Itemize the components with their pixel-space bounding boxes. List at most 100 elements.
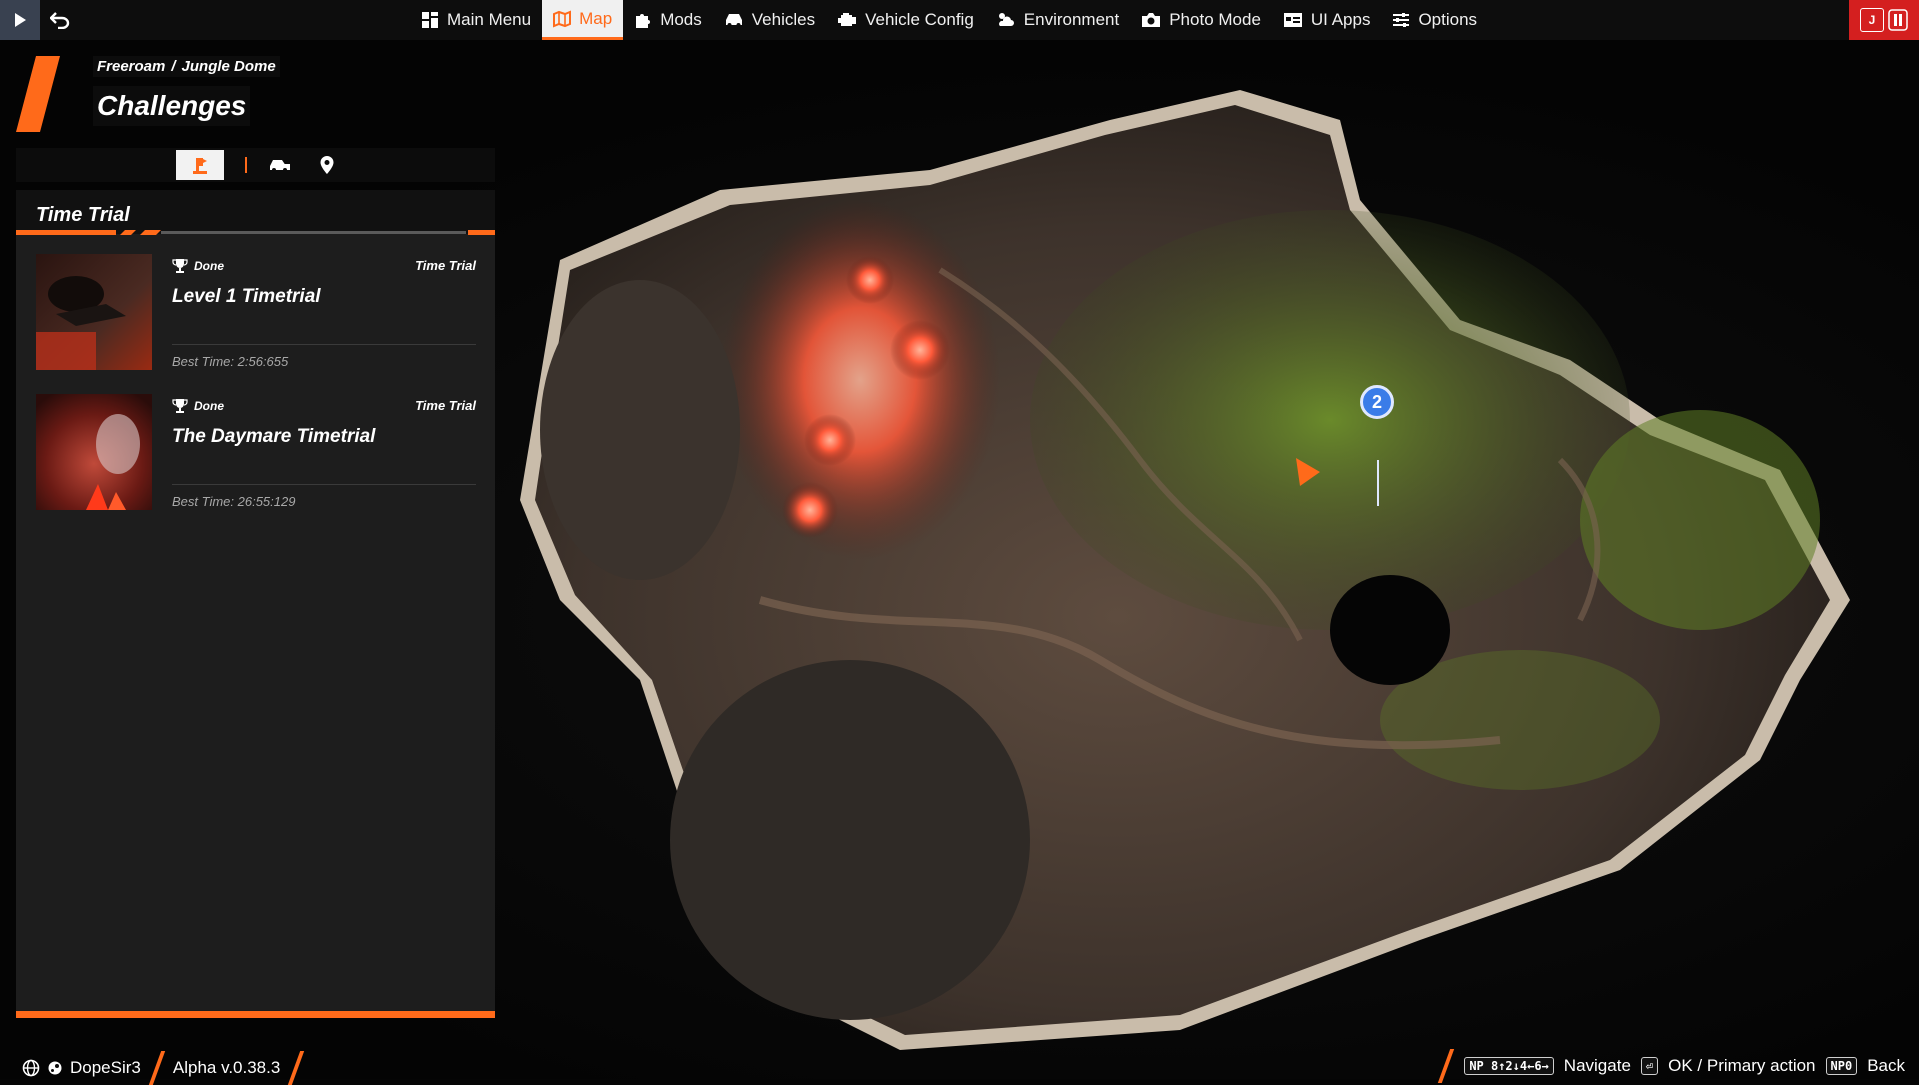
pause-icon (1888, 9, 1908, 31)
nav-label: Photo Mode (1169, 10, 1261, 29)
best-time: Best Time: 26:55:129 (172, 494, 296, 509)
challenge-thumbnail (36, 254, 152, 370)
hint-label: OK / Primary action (1668, 1056, 1816, 1075)
breadcrumb-item[interactable]: Freeroam (97, 58, 165, 75)
nav-map[interactable]: Map (542, 0, 624, 40)
nav-vehicles[interactable]: Vehicles (713, 0, 826, 40)
car-icon (725, 14, 742, 27)
main-nav: Main Menu Map Mods Vehicles Vehicle Conf… (410, 0, 1488, 40)
challenge-card[interactable]: Done Time Trial The Daymare Timetrial Be… (36, 394, 476, 514)
enter-key: ⏎ (1640, 1057, 1659, 1075)
nav-vehicle-config[interactable]: Vehicle Config (826, 0, 985, 40)
nav-label: UI Apps (1310, 10, 1371, 29)
jungle-area-east (1580, 410, 1820, 630)
ui-apps-icon (1283, 13, 1302, 27)
main-menu-icon (422, 12, 438, 28)
challenge-status: Done (172, 398, 224, 414)
undo-button[interactable] (40, 0, 80, 40)
crater (1330, 575, 1450, 685)
weather-icon (998, 13, 1014, 26)
username: DopeSir3 (70, 1058, 141, 1077)
divider-slash (288, 1051, 305, 1085)
play-icon (15, 13, 26, 27)
panel-bottom-accent (16, 1011, 495, 1018)
trophy-icon (172, 399, 188, 413)
challenge-card[interactable]: Done Time Trial Level 1 Timetrial Best T… (36, 254, 476, 374)
user-info: DopeSir3 Alpha v.0.38.3 (22, 1051, 305, 1085)
nav-environment[interactable]: Environment (985, 0, 1130, 40)
nav-label: Main Menu (447, 10, 532, 29)
nav-label: Environment (1023, 10, 1120, 29)
nav-main-menu[interactable]: Main Menu (410, 0, 542, 40)
rock-cluster (540, 280, 740, 580)
bottom-bar: DopeSir3 Alpha v.0.38.3 NP 8↑2↓4←6→ Navi… (0, 1045, 1919, 1085)
challenge-type: Time Trial (415, 398, 476, 413)
status-label: Done (194, 399, 224, 413)
hint-label: Navigate (1563, 1056, 1631, 1075)
nav-ui-apps[interactable]: UI Apps (1272, 0, 1382, 40)
header-accent (16, 56, 60, 132)
challenge-status: Done (172, 258, 224, 274)
card-divider (172, 484, 476, 485)
nav-label: Mods (660, 10, 702, 29)
pause-button[interactable]: J (1849, 0, 1919, 40)
nav-label: Vehicles (751, 10, 816, 29)
divider-slash (1438, 1049, 1455, 1083)
challenge-marker[interactable]: 2 (1360, 385, 1394, 419)
jungle-area (1030, 210, 1630, 630)
tab-separator (245, 157, 247, 173)
lava-spot (782, 482, 838, 538)
challenge-name: Level 1 Timetrial (172, 286, 321, 307)
back-key: NP0 (1825, 1057, 1858, 1075)
tab-delivery[interactable] (256, 150, 304, 180)
challenges-panel: Time Trial Done Time Trial Level 1 Timet… (16, 190, 495, 1016)
trophy-icon (172, 259, 188, 273)
nav-mods[interactable]: Mods (623, 0, 713, 40)
challenge-thumbnail (36, 394, 152, 510)
breadcrumb: Freeroam / Jungle Dome (93, 56, 280, 77)
marker-number: 2 (1371, 391, 1382, 412)
hint-label: Back (1867, 1056, 1905, 1075)
nav-photo-mode[interactable]: Photo Mode (1130, 0, 1272, 40)
challenge-icon (193, 158, 207, 174)
section-underline (16, 230, 495, 235)
breadcrumb-separator: / (171, 58, 176, 75)
divider-slash (148, 1051, 166, 1085)
panel-tabs (16, 148, 495, 182)
page-title: Challenges (93, 86, 251, 126)
challenge-type: Time Trial (415, 258, 476, 273)
camera-icon (1142, 13, 1161, 27)
section-header: Time Trial (16, 190, 495, 235)
tab-locations[interactable] (303, 150, 351, 180)
section-title: Time Trial (36, 204, 130, 226)
globe-icon (22, 1059, 40, 1077)
navigate-key: NP 8↑2↓4←6→ (1464, 1057, 1554, 1075)
nav-label: Options (1418, 10, 1478, 29)
undo-icon (50, 12, 70, 29)
breadcrumb-item: Jungle Dome (181, 58, 276, 75)
nav-label: Map (579, 8, 613, 28)
status-label: Done (194, 259, 224, 273)
steam-icon (48, 1061, 62, 1075)
lava-spot (890, 320, 950, 380)
lava-spot (846, 256, 894, 304)
version-label: Alpha v.0.38.3 (172, 1058, 281, 1077)
top-bar: Main Menu Map Mods Vehicles Vehicle Conf… (0, 0, 1919, 40)
lava-glow (720, 200, 1000, 560)
challenge-name: The Daymare Timetrial (172, 426, 376, 447)
tab-challenges[interactable] (176, 150, 224, 180)
map-icon (553, 10, 572, 27)
vehicle-delivery-icon (270, 160, 290, 172)
control-hints: NP 8↑2↓4←6→ Navigate ⏎ OK / Primary acti… (1438, 1049, 1905, 1083)
sliders-icon (1393, 13, 1410, 27)
nav-label: Vehicle Config (865, 10, 974, 29)
location-pin-icon (320, 156, 334, 174)
lava-spot (804, 414, 856, 466)
best-time: Best Time: 2:56:655 (172, 354, 289, 369)
pause-key: J (1860, 8, 1884, 32)
puzzle-icon (636, 14, 651, 28)
card-divider (172, 344, 476, 345)
nav-options[interactable]: Options (1381, 0, 1488, 40)
rock-cluster (670, 660, 1030, 1020)
play-button[interactable] (0, 0, 40, 40)
